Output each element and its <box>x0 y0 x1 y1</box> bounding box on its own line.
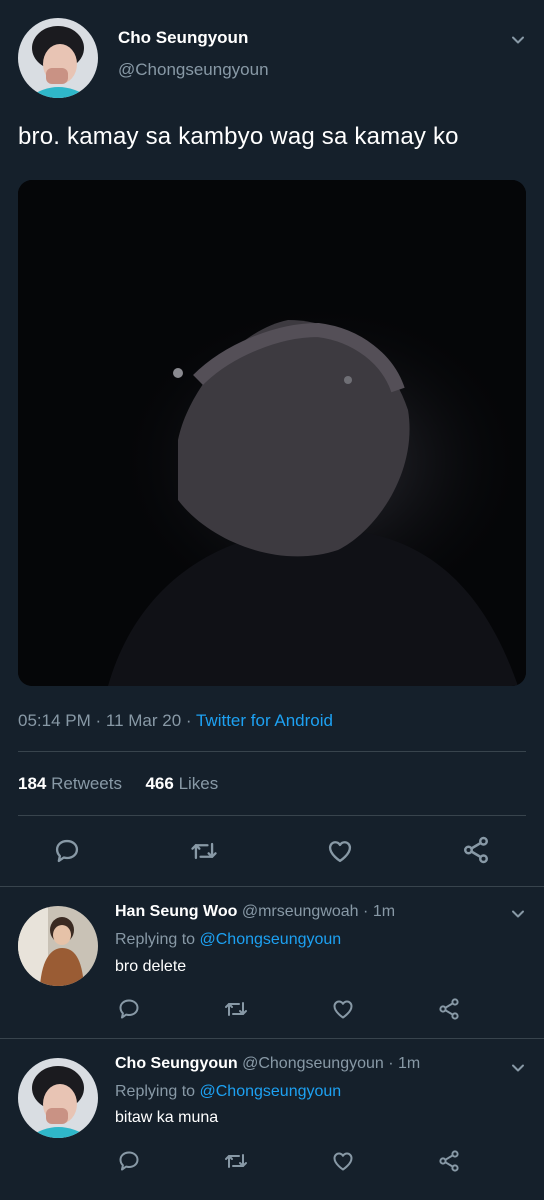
retweet-icon[interactable] <box>222 1148 250 1174</box>
like-icon[interactable] <box>330 996 356 1022</box>
reply-icon[interactable] <box>116 996 142 1022</box>
tweet-date: 11 Mar 20 <box>105 711 182 730</box>
replying-to-label: Replying to <box>115 1083 196 1100</box>
reply-text: bitaw ka muna <box>115 1109 219 1126</box>
author-avatar[interactable] <box>18 18 98 98</box>
replying-to: Replying to @Chongseungyoun <box>115 931 341 949</box>
meta-separator: · <box>95 711 106 730</box>
chevron-down-icon[interactable] <box>508 32 528 48</box>
likes-label: Likes <box>178 774 219 793</box>
tweet-text: bro. kamay sa kambyo wag sa kamay ko <box>18 123 459 150</box>
section-divider <box>0 1038 544 1039</box>
share-icon[interactable] <box>436 1148 462 1174</box>
meta-separator: · <box>185 711 196 730</box>
replying-to-handle[interactable]: @Chongseungyoun <box>200 1083 342 1100</box>
tweet-time: 05:14 PM <box>18 711 91 730</box>
divider <box>18 751 526 752</box>
reply-icon[interactable] <box>116 1148 142 1174</box>
reply-avatar[interactable] <box>18 1058 98 1138</box>
reply-author-name[interactable]: Han Seung Woo <box>115 903 237 920</box>
tweet-source[interactable]: Twitter for Android <box>196 711 333 730</box>
chevron-down-icon[interactable] <box>508 906 528 922</box>
retweets-label: Retweets <box>51 774 122 793</box>
replying-to-label: Replying to <box>115 931 196 948</box>
retweet-icon[interactable] <box>222 996 250 1022</box>
retweet-icon[interactable] <box>188 836 220 866</box>
replying-to-handle[interactable]: @Chongseungyoun <box>200 931 342 948</box>
reply-author-handle[interactable]: @Chongseungyoun <box>242 1055 384 1072</box>
retweets-stat[interactable]: 184 Retweets <box>18 774 122 793</box>
likes-stat[interactable]: 466 Likes <box>145 774 218 793</box>
share-icon[interactable] <box>436 996 462 1022</box>
chevron-down-icon[interactable] <box>508 1060 528 1076</box>
reply-author-handle[interactable]: @mrseungwoah <box>242 903 359 920</box>
replying-to: Replying to @Chongseungyoun <box>115 1083 341 1101</box>
section-divider <box>0 886 544 887</box>
like-icon[interactable] <box>330 1148 356 1174</box>
tweet-stats: 184 Retweets 466 Likes <box>18 774 218 794</box>
author-handle[interactable]: @Chongseungyoun <box>118 60 269 80</box>
reply-header: Cho Seungyoun @Chongseungyoun · 1m <box>115 1055 420 1073</box>
reply-avatar[interactable] <box>18 906 98 986</box>
share-icon[interactable] <box>460 834 492 866</box>
divider <box>18 815 526 816</box>
reply-text: bro delete <box>115 958 187 975</box>
likes-count: 466 <box>145 774 174 793</box>
like-icon[interactable] <box>325 836 355 866</box>
author-name[interactable]: Cho Seungyoun <box>118 28 248 48</box>
reply-time: 1m <box>372 903 396 920</box>
reply-header: Han Seung Woo @mrseungwoah · 1m <box>115 903 395 921</box>
tweet-photo[interactable] <box>18 180 526 686</box>
retweets-count: 184 <box>18 774 47 793</box>
meta-separator: · <box>363 903 369 920</box>
reply-icon[interactable] <box>52 836 82 866</box>
reply-time: 1m <box>398 1055 421 1072</box>
reply-author-name[interactable]: Cho Seungyoun <box>115 1055 238 1072</box>
tweet-meta: 05:14 PM · 11 Mar 20 · Twitter for Andro… <box>18 711 333 731</box>
meta-separator: · <box>388 1055 394 1072</box>
